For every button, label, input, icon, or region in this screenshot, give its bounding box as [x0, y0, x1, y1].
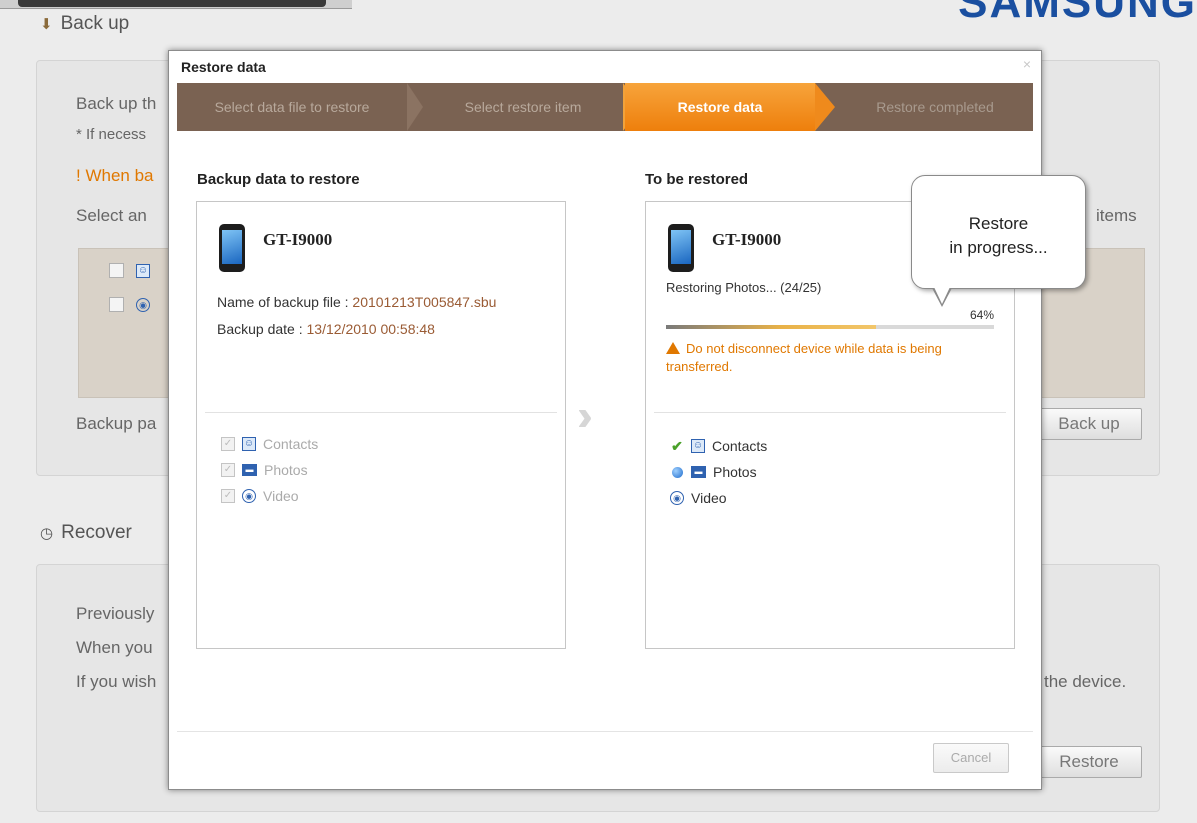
backup-data-title: Backup data to restore [197, 171, 360, 188]
step-select-item: Select restore item [464, 99, 582, 115]
cancel-button[interactable]: Cancel [933, 743, 1009, 773]
step-restore-data: Restore data [625, 83, 815, 131]
recover-text-1: Previously [76, 604, 155, 623]
restore-dialog: Restore data × Select data file to resto… [168, 50, 1042, 790]
backup-date-value: 13/12/2010 00:58:48 [306, 321, 435, 337]
checked-checkbox-icon: ✓ [221, 463, 235, 477]
backup-file-label: Name of backup file : [217, 294, 353, 310]
recover-text-3: If you wish [76, 672, 157, 691]
list-item[interactable]: ◉ [109, 297, 150, 312]
callout-tail [932, 287, 952, 307]
divider [654, 412, 1006, 413]
video-icon: ◉ [136, 297, 150, 312]
backup-title-text: Back up [60, 13, 130, 34]
step-select-file: Select data file to restore [214, 99, 370, 115]
backup-date-label: Backup date : [217, 321, 307, 337]
checkbox[interactable] [109, 263, 124, 278]
step-restore-completed: Restore completed [876, 99, 994, 115]
checkbox[interactable] [109, 297, 124, 312]
to-be-restored-title: To be restored [645, 171, 749, 188]
backup-text-1: Back up th [76, 94, 157, 113]
item-label: Contacts [712, 438, 768, 454]
backup-file-row: Name of backup file : 20101213T005847.sb… [217, 294, 496, 310]
restore-button[interactable]: Restore [1036, 746, 1142, 778]
photos-icon: ▬ [691, 466, 706, 478]
backup-warning-text: ! When ba [76, 166, 154, 185]
restore-item-photos: ▬ Photos [670, 464, 757, 480]
item-label: Contacts [263, 436, 319, 452]
callout-line-1: Restore [968, 214, 1029, 233]
checked-checkbox-icon: ✓ [221, 489, 235, 503]
backup-data-box: GT-I9000 Name of backup file : 20101213T… [196, 201, 566, 649]
recover-icon: ◷ [40, 525, 54, 542]
backup-select-text: Select an [76, 206, 147, 225]
restore-item-contacts: ✔ ☺ Contacts [670, 438, 767, 454]
progress-bar [666, 325, 994, 329]
item-label: Video [691, 490, 727, 506]
backup-icon: ⬇ [40, 16, 53, 33]
backup-item-video: ✓ ◉ Video [221, 488, 299, 504]
phone-icon [668, 224, 694, 272]
backup-items-label: items [1096, 206, 1137, 225]
restore-status: Restoring Photos... (24/25) [666, 280, 822, 295]
dialog-title: Restore data [181, 59, 266, 75]
contacts-icon: ☺ [136, 263, 150, 278]
backup-file-value: 20101213T005847.sbu [352, 294, 497, 310]
item-label: Photos [713, 464, 757, 480]
item-label: Video [263, 488, 299, 504]
top-bar [0, 0, 352, 9]
device-name: GT-I9000 [263, 230, 333, 249]
backup-text-2: * If necess [76, 126, 147, 143]
close-icon[interactable]: × [1023, 56, 1031, 72]
callout-line-2: in progress... [949, 238, 1048, 257]
divider [205, 412, 557, 413]
recover-section-title: ◷ Recover [40, 522, 132, 544]
phone-icon [219, 224, 245, 272]
backup-button[interactable]: Back up [1036, 408, 1142, 440]
device-name: GT-I9000 [712, 230, 782, 249]
progress-percent: 64% [969, 308, 994, 322]
warning-text: Do not disconnect device while data is b… [666, 341, 942, 374]
video-icon: ◉ [670, 491, 684, 505]
backup-path-text: Backup pa [76, 414, 157, 433]
footer-divider [177, 731, 1033, 732]
brand-logo: SAMSUNG [958, 0, 1197, 27]
backup-section-title: ⬇ Back up [40, 13, 129, 35]
list-item[interactable]: ☺ [109, 263, 150, 278]
recover-text-2: When you [76, 638, 153, 657]
transfer-arrow-icon: ››› [577, 391, 593, 440]
contacts-icon: ☺ [691, 439, 705, 453]
step-active-arrow [815, 83, 835, 131]
top-tab[interactable] [18, 0, 326, 7]
recover-text-3-end: the device. [1044, 672, 1127, 691]
progress-callout: Restore in progress... [911, 175, 1086, 307]
backup-date-row: Backup date : 13/12/2010 00:58:48 [217, 321, 435, 337]
video-icon: ◉ [242, 489, 256, 503]
step-indicator: Select data file to restore Select resto… [177, 83, 1033, 131]
contacts-icon: ☺ [242, 437, 256, 451]
recover-title-text: Recover [61, 522, 132, 543]
warning-icon [666, 342, 680, 354]
backup-item-photos: ✓ ▬ Photos [221, 462, 308, 478]
backup-item-contacts: ✓ ☺ Contacts [221, 436, 318, 452]
in-progress-icon [670, 465, 684, 479]
step-divider [407, 83, 423, 131]
progress-fill [666, 325, 876, 329]
checked-checkbox-icon: ✓ [221, 437, 235, 451]
photos-icon: ▬ [242, 464, 257, 476]
check-icon: ✔ [671, 438, 683, 454]
disconnect-warning: Do not disconnect device while data is b… [666, 340, 996, 376]
restore-item-video: ◉ Video [670, 490, 727, 506]
item-label: Photos [264, 462, 308, 478]
